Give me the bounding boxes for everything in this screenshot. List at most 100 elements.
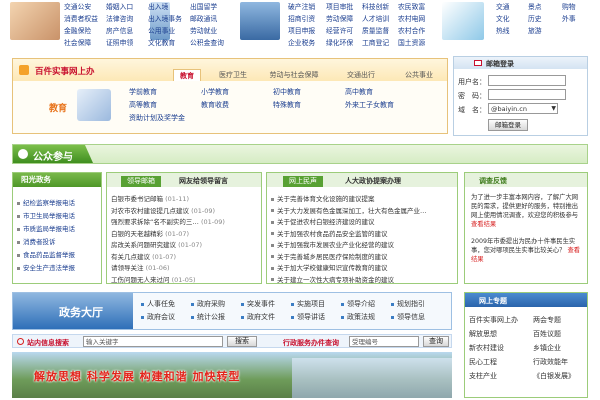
top-link[interactable]: 项目审批 xyxy=(326,1,362,13)
service-link[interactable]: 特殊教育 xyxy=(273,100,301,110)
proposal-item[interactable]: 关于完善体育文化设施的建议提案 xyxy=(271,193,455,203)
gov-hall-link[interactable]: 规划指引 xyxy=(391,299,425,309)
top-link[interactable]: 热线 xyxy=(496,25,526,37)
top-link[interactable]: 旅游 xyxy=(528,25,558,37)
proposal-item[interactable]: 关于加强农村食品药品安全监管的建议 xyxy=(271,228,455,238)
leader-mail-item[interactable]: 有关几点建议 (01-07) xyxy=(111,251,261,261)
top-link[interactable]: 公用事业 xyxy=(148,25,188,37)
top-link[interactable]: 农村合作 xyxy=(398,25,434,37)
topic-link[interactable]: 百件实事网上办 xyxy=(469,315,518,325)
top-link[interactable]: 金融保险 xyxy=(64,25,104,37)
top-link[interactable]: 劳动就业 xyxy=(190,25,230,37)
mail-login-button[interactable]: 邮箱登录 xyxy=(488,119,528,131)
top-link[interactable]: 交通 xyxy=(496,1,526,13)
top-link[interactable]: 农村电网 xyxy=(398,13,434,25)
sunshine-item[interactable]: 安全生产违法举报 xyxy=(17,262,75,272)
leader-mail-item[interactable]: 白银的天老越精彩 (01-07) xyxy=(111,228,261,238)
top-link[interactable]: 绿化环保 xyxy=(326,37,362,49)
top-link[interactable]: 社会保障 xyxy=(64,37,104,49)
sunshine-item[interactable]: 市质监局举报电话 xyxy=(17,223,75,233)
leader-mail-item[interactable]: 工伤问题无人来过问 (01-05) xyxy=(111,274,261,284)
domain-select[interactable]: @baiyin.cn ▼ xyxy=(488,103,558,114)
top-link[interactable]: 招商引资 xyxy=(288,13,324,25)
top-link[interactable]: 质量监督 xyxy=(362,25,398,37)
query-button[interactable]: 查询 xyxy=(423,336,449,347)
gov-hall-link[interactable]: 突发事件 xyxy=(241,299,275,309)
topic-link[interactable]: 民心工程 xyxy=(469,357,497,367)
top-link[interactable]: 历史 xyxy=(528,13,558,25)
top-link[interactable]: 公积金查询 xyxy=(190,37,230,49)
tab-0[interactable]: 教育 xyxy=(173,69,201,81)
service-link[interactable]: 外来工子女教育 xyxy=(345,100,394,110)
top-link[interactable]: 婚姻入口 xyxy=(106,1,146,13)
tab-3[interactable]: 交通出行 xyxy=(331,69,391,81)
sunshine-item[interactable]: 消费者投诉 xyxy=(17,236,56,246)
service-link[interactable]: 学前教育 xyxy=(129,87,157,97)
proposal-item[interactable]: 关于完善城乡居民医疗保险制度的建议 xyxy=(271,251,455,261)
sunshine-item[interactable]: 食品药品监督举报 xyxy=(17,249,75,259)
gov-hall-link[interactable]: 政府会议 xyxy=(141,312,175,322)
top-link[interactable]: 农民致富 xyxy=(398,1,434,13)
gov-hall-link[interactable]: 实施项目 xyxy=(291,299,325,309)
gov-hall-link[interactable]: 领导信息 xyxy=(391,312,425,322)
top-link[interactable]: 房产信息 xyxy=(106,25,146,37)
tab-1[interactable]: 医疗卫生 xyxy=(209,69,257,81)
top-link[interactable]: 科技创新 xyxy=(362,1,398,13)
leader-mail-item[interactable]: 对农市农村建设提几点建议 (01-09) xyxy=(111,205,261,215)
top-link[interactable]: 邮政通讯 xyxy=(190,13,230,25)
proposal-item[interactable]: 关于加大学校健康知识宣传教育的建议 xyxy=(271,262,455,272)
top-link[interactable]: 出国留学 xyxy=(190,1,230,13)
tab-public-voice[interactable]: 网上民声 xyxy=(283,176,323,187)
topic-link[interactable]: 百姓议题 xyxy=(533,329,561,339)
top-link[interactable]: 经营许可 xyxy=(326,25,362,37)
gov-hall-link[interactable]: 人事任免 xyxy=(141,299,175,309)
service-link[interactable]: 高等教育 xyxy=(129,100,157,110)
top-link[interactable]: 工商登记 xyxy=(362,37,398,49)
topic-link[interactable]: 新农村建设 xyxy=(469,343,504,353)
top-link[interactable]: 交通公安 xyxy=(64,1,104,13)
gov-hall-link[interactable]: 政府文件 xyxy=(241,312,275,322)
gov-hall-link[interactable]: 统计公报 xyxy=(191,312,225,322)
proposal-item[interactable]: 关于建立一次性大病专项补助资金的建议 xyxy=(271,274,455,284)
service-link[interactable]: 教育收费 xyxy=(201,100,229,110)
leader-mail-item[interactable]: 请领导关注 (01-06) xyxy=(111,262,261,272)
top-link[interactable]: 消费者权益 xyxy=(64,13,104,25)
service-link[interactable]: 高中教育 xyxy=(345,87,373,97)
top-link[interactable]: 国土资源 xyxy=(398,37,434,49)
gov-hall-link[interactable]: 政府采购 xyxy=(191,299,225,309)
gov-hall-link[interactable]: 政策法规 xyxy=(341,312,375,322)
service-link[interactable]: 初中教育 xyxy=(273,87,301,97)
tab-proposal[interactable]: 人大政协提案办理 xyxy=(345,176,401,187)
service-link[interactable]: 小学教育 xyxy=(201,87,229,97)
username-input[interactable] xyxy=(488,75,566,86)
top-link[interactable]: 文化 xyxy=(496,13,526,25)
top-link[interactable]: 出入境 xyxy=(148,1,188,13)
top-link[interactable]: 破产注销 xyxy=(288,1,324,13)
proposal-item[interactable]: 关于促进农村白银经济建设的建议 xyxy=(271,216,455,226)
top-link[interactable]: 人才培训 xyxy=(362,13,398,25)
top-link[interactable]: 文化教育 xyxy=(148,37,188,49)
proposal-item[interactable]: 关于大力发展有色金属深加工，壮大有色金属产业… xyxy=(271,205,455,215)
top-link[interactable]: 项目申报 xyxy=(288,25,324,37)
sunshine-item[interactable]: 市卫生局举报电话 xyxy=(17,210,75,220)
topic-link[interactable]: 两会专题 xyxy=(533,315,561,325)
top-link[interactable]: 证照申领 xyxy=(106,37,146,49)
gov-hall-link[interactable]: 领导讲话 xyxy=(291,312,325,322)
top-link[interactable]: 出入境事务 xyxy=(148,13,188,25)
topic-link[interactable]: 乡镇企业 xyxy=(533,343,561,353)
leader-mail-item[interactable]: 房改关系问题研究建议 (01-07) xyxy=(111,239,261,249)
topic-link[interactable]: 《白银发展》 xyxy=(533,371,575,381)
search-button[interactable]: 搜索 xyxy=(227,336,257,347)
top-link[interactable]: 企业税务 xyxy=(288,37,324,49)
tab-4[interactable]: 公共事业 xyxy=(393,69,445,81)
service-link[interactable]: 资助计划及奖学金 xyxy=(129,113,185,123)
top-link[interactable]: 法律咨询 xyxy=(106,13,146,25)
proposal-item[interactable]: 关于加强我市发展农业产业化经营的建议 xyxy=(271,239,455,249)
top-link[interactable]: 购物 xyxy=(562,1,592,13)
top-link[interactable]: 外事 xyxy=(562,13,592,25)
tab-2[interactable]: 劳动与社会保障 xyxy=(259,69,329,81)
topic-link[interactable]: 行政效能年 xyxy=(533,357,568,367)
topic-link[interactable]: 解放思想 xyxy=(469,329,497,339)
password-input[interactable] xyxy=(488,89,566,100)
tab-leader-mail[interactable]: 领导邮箱 xyxy=(121,176,161,187)
